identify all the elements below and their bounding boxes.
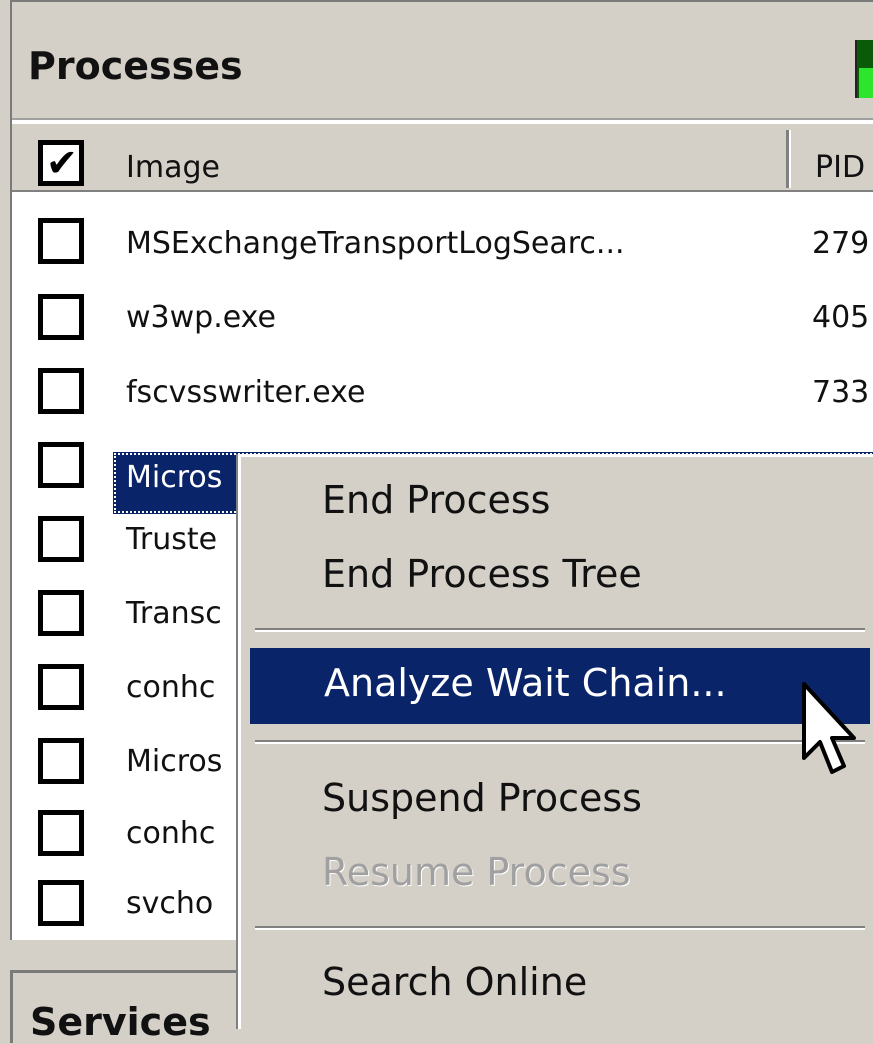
column-header-pid[interactable]: PID: [815, 150, 865, 185]
column-header-image[interactable]: Image: [126, 150, 220, 185]
row-pid[interactable]: 733: [812, 375, 869, 410]
menu-separator: [255, 628, 865, 632]
menu-item-end-process[interactable]: End Process: [322, 478, 550, 522]
panel-title: Processes: [28, 44, 243, 88]
row-image[interactable]: Micros: [126, 744, 222, 779]
row-checkbox[interactable]: [38, 218, 84, 264]
row-image[interactable]: w3wp.exe: [126, 300, 276, 335]
menu-item-analyze-wait-chain-label: Analyze Wait Chain...: [324, 661, 727, 705]
cpu-usage-fill: [859, 68, 873, 98]
row-checkbox[interactable]: [38, 880, 84, 926]
row-image[interactable]: conhc: [126, 670, 215, 705]
row-image: Micros: [126, 460, 223, 495]
row-image[interactable]: MSExchangeTransportLogSearc...: [126, 226, 625, 261]
menu-item-search-online[interactable]: Search Online: [322, 960, 587, 1004]
row-checkbox[interactable]: [38, 442, 84, 488]
select-all-checkbox[interactable]: [38, 140, 84, 186]
row-image[interactable]: conhc: [126, 816, 215, 851]
menu-separator: [255, 740, 865, 744]
cpu-usage-graph: [855, 40, 873, 98]
row-checkbox[interactable]: [38, 516, 84, 562]
services-panel-title: Services: [30, 1000, 211, 1044]
row-pid[interactable]: 279: [812, 226, 869, 261]
row-image[interactable]: svcho: [126, 886, 213, 921]
row-image[interactable]: Transc: [126, 596, 222, 631]
menu-item-suspend-process[interactable]: Suspend Process: [322, 776, 642, 820]
row-checkbox[interactable]: [38, 664, 84, 710]
menu-item-resume-process[interactable]: Resume Process: [322, 850, 631, 894]
row-checkbox[interactable]: [38, 810, 84, 856]
row-image[interactable]: Truste: [126, 522, 217, 557]
row-checkbox[interactable]: [38, 590, 84, 636]
row-image[interactable]: fscvsswriter.exe: [126, 375, 365, 410]
row-checkbox[interactable]: [38, 368, 84, 414]
row-checkbox[interactable]: [38, 738, 84, 784]
row-pid[interactable]: 405: [812, 300, 869, 335]
column-separator[interactable]: [786, 130, 791, 188]
mouse-pointer-icon: [802, 682, 856, 774]
row-checkbox[interactable]: [38, 294, 84, 340]
menu-separator: [255, 926, 865, 930]
menu-item-end-process-tree[interactable]: End Process Tree: [322, 552, 642, 596]
